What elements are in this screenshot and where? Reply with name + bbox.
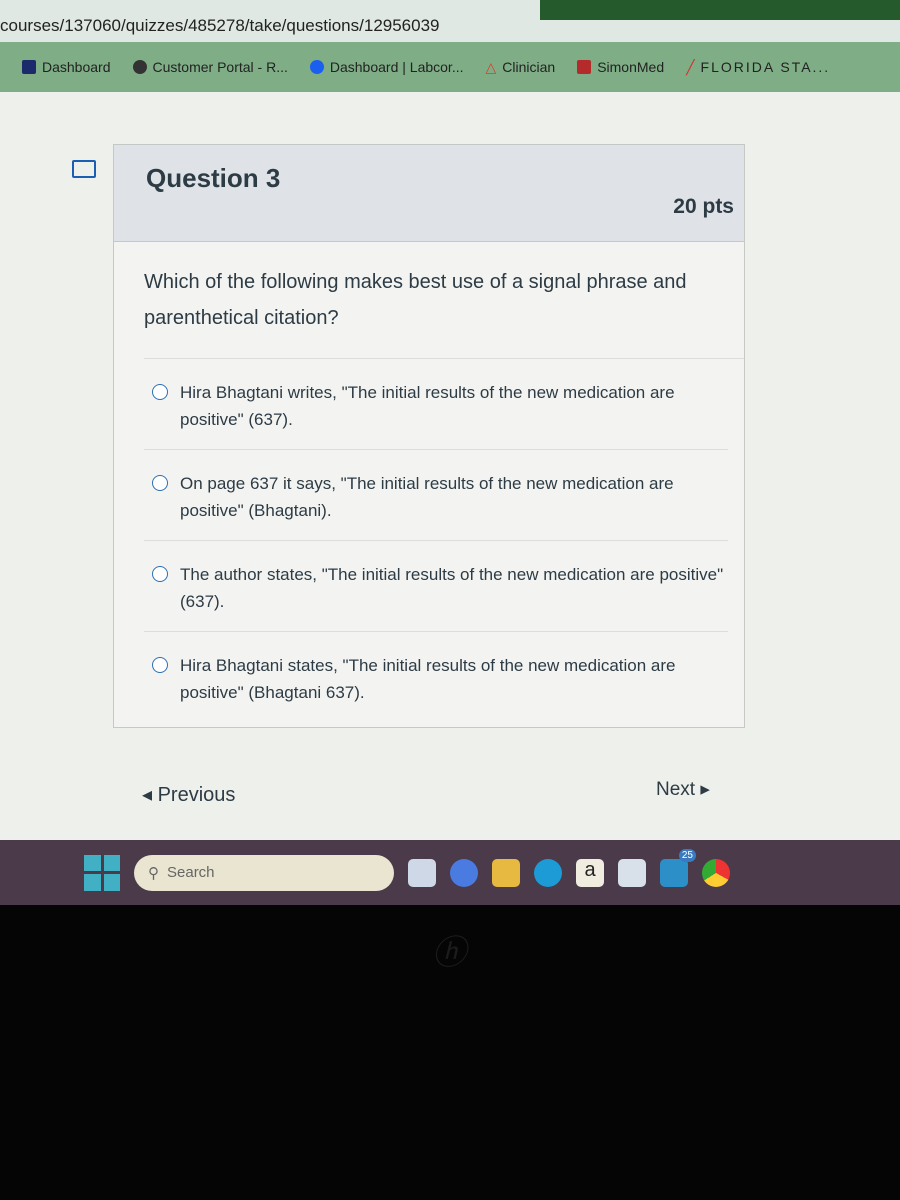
question-title: Question 3 (146, 163, 281, 193)
taskbar: ⚲ Search a 25 (0, 840, 900, 905)
bookmark-dashboard[interactable]: Dashboard (22, 59, 111, 75)
answer-label: On page 637 it says, "The initial result… (180, 474, 674, 520)
bookmark-simonmed[interactable]: SimonMed (577, 59, 664, 75)
answer-option[interactable]: The author states, "The initial results … (144, 541, 728, 632)
next-button[interactable]: Next ▸ (656, 778, 710, 801)
bookmark-labcorp[interactable]: Dashboard | Labcor... (309, 59, 464, 75)
radio-button[interactable] (152, 475, 168, 491)
previous-button[interactable]: ◂ Previous (142, 782, 235, 807)
answer-label: Hira Bhagtani writes, "The initial resul… (180, 383, 675, 429)
amazon-icon[interactable]: a (576, 858, 604, 887)
question-text: Which of the following makes best use of… (144, 242, 744, 359)
store-icon[interactable] (618, 858, 646, 887)
edge-icon[interactable] (534, 858, 562, 887)
answer-option[interactable]: Hira Bhagtani writes, "The initial resul… (144, 359, 728, 450)
quiz-page: Question 3 20 pts Which of the following… (0, 92, 900, 840)
bookmark-label: Dashboard | Labcor... (329, 59, 464, 75)
radio-button[interactable] (152, 566, 168, 582)
answer-label: The author states, "The initial results … (180, 565, 724, 611)
answer-option[interactable]: On page 637 it says, "The initial result… (144, 450, 728, 541)
radio-button[interactable] (152, 657, 168, 673)
triangle-icon: △ (485, 58, 497, 75)
browser-toolbar (540, 0, 900, 20)
mail-icon[interactable]: 25 (660, 848, 696, 887)
canvas-icon (22, 60, 36, 74)
simonmed-icon (577, 60, 592, 74)
question-card: Question 3 20 pts Which of the following… (113, 144, 745, 728)
bookmark-label: Dashboard (42, 59, 111, 75)
mail-badge: 25 (678, 848, 696, 862)
bookmarks-bar: Dashboard Customer Portal - R... Dashboa… (0, 42, 900, 92)
answer-option[interactable]: Hira Bhagtani states, "The initial resul… (144, 632, 728, 722)
portal-icon (132, 60, 147, 74)
file-explorer-icon[interactable] (492, 858, 520, 887)
url-text: courses/137060/quizzes/485278/take/quest… (0, 16, 440, 35)
bookmark-label: FLORIDA STA... (700, 59, 831, 75)
hp-logo: ⓗ (432, 934, 466, 972)
labcorp-icon (309, 60, 324, 74)
question-points: 20 pts (673, 195, 734, 218)
radio-button[interactable] (152, 384, 168, 400)
taskbar-search[interactable]: ⚲ Search (134, 854, 394, 891)
question-header: Question 3 20 pts (114, 145, 744, 242)
search-placeholder: Search (167, 864, 215, 881)
bookmark-label: Clinician (502, 59, 556, 75)
florida-icon: ╱ (686, 58, 695, 75)
meet-icon[interactable] (450, 858, 478, 887)
search-icon: ⚲ (148, 864, 159, 882)
screen: courses/137060/quizzes/485278/take/quest… (0, 0, 900, 905)
task-view-icon[interactable] (408, 858, 436, 887)
windows-start-icon[interactable] (84, 854, 120, 891)
bookmark-customer-portal[interactable]: Customer Portal - R... (132, 59, 288, 75)
bookmark-label: SimonMed (597, 59, 665, 75)
bookmark-label: Customer Portal - R... (152, 59, 288, 75)
chrome-icon[interactable] (702, 858, 730, 887)
bookmark-clinician[interactable]: △ Clinician (485, 59, 555, 76)
bookmark-florida-state[interactable]: ╱ FLORIDA STA... (686, 59, 830, 76)
answer-label: Hira Bhagtani states, "The initial resul… (180, 656, 676, 702)
bookmark-question-icon[interactable] (72, 160, 96, 178)
